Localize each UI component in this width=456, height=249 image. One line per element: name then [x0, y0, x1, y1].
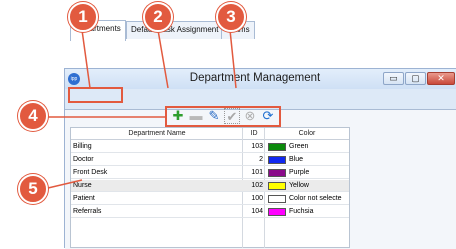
callout-badge-2: 2 — [143, 2, 173, 32]
callout-line-2 — [157, 29, 169, 89]
callout-lines — [47, 29, 237, 189]
callout-badge-3: 3 — [216, 2, 246, 32]
callout-badge-5: 5 — [18, 174, 48, 204]
callout-line-5 — [47, 179, 83, 189]
callout-line-3 — [229, 29, 237, 89]
callout-badge-4: 4 — [18, 101, 48, 131]
callout-badge-1: 1 — [68, 2, 98, 32]
callout-line-1 — [81, 29, 91, 89]
